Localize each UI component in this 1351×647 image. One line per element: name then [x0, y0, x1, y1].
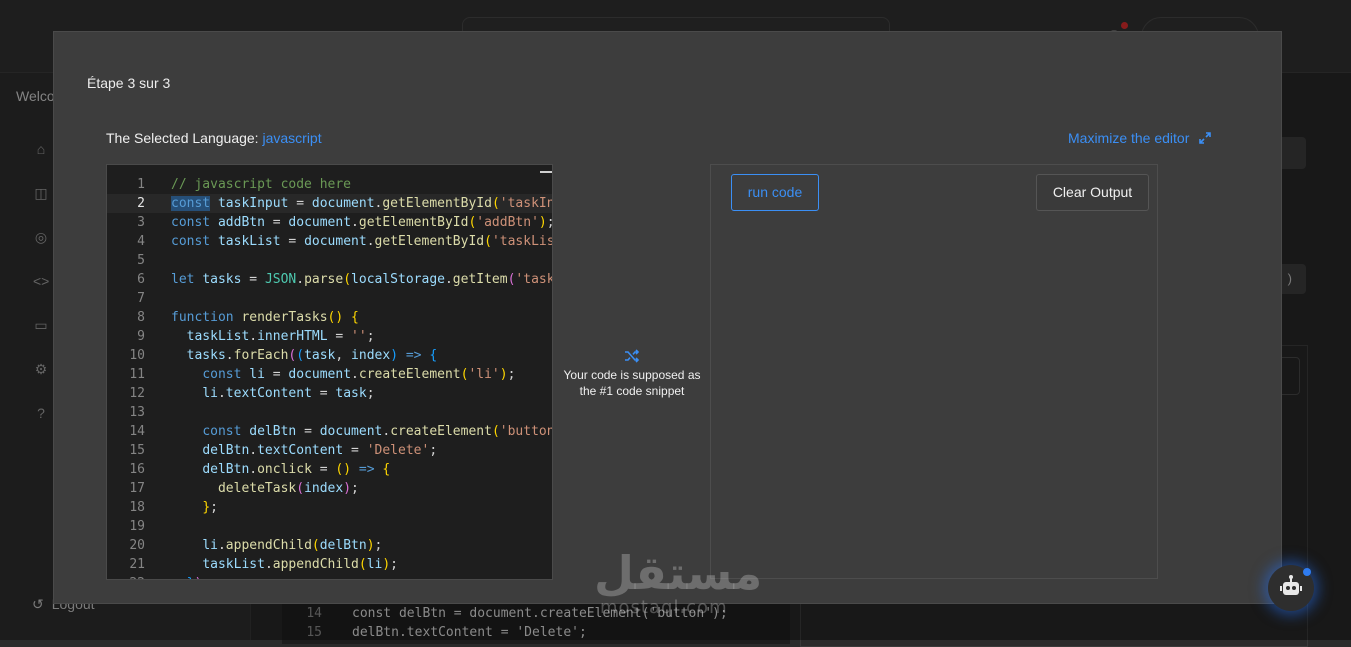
code-line[interactable]: 19: [107, 517, 552, 536]
expand-icon: [1199, 132, 1212, 144]
output-panel: run code Clear Output: [710, 164, 1158, 579]
code-line[interactable]: 2 const taskInput = document.getElementBy…: [107, 194, 552, 213]
code-line[interactable]: 13: [107, 403, 552, 422]
line-number: 17: [129, 481, 145, 496]
code-line[interactable]: 10 tasks.forEach((task, index) => {: [107, 346, 552, 365]
line-number: 2: [137, 196, 145, 211]
code-line[interactable]: 5: [107, 251, 552, 270]
code-line[interactable]: 12 li.textContent = task;: [107, 384, 552, 403]
line-number: 22: [107, 574, 145, 579]
code-text: };: [202, 500, 218, 515]
line-number: 13: [129, 405, 145, 420]
line-number: 11: [129, 367, 145, 382]
maximize-editor-button[interactable]: Maximize the editor: [1068, 130, 1212, 146]
code-text: li.textContent = task;: [202, 386, 375, 401]
line-number: 4: [137, 234, 145, 249]
code-text: let tasks = JSON.parse(localStorage.getI…: [171, 272, 553, 287]
selected-language: The Selected Language: javascript: [106, 130, 322, 146]
line-number: 18: [129, 500, 145, 515]
code-line[interactable]: 7: [107, 289, 552, 308]
code-line[interactable]: 15 delBtn.textContent = 'Delete';: [107, 441, 552, 460]
clear-output-button[interactable]: Clear Output: [1036, 174, 1149, 211]
code-line[interactable]: 21 taskList.appendChild(li);: [107, 555, 552, 574]
code-text: delBtn.textContent = 'Delete';: [202, 443, 438, 458]
code-editor[interactable]: 1 // javascript code here 2 const taskInput…: [106, 164, 553, 580]
code-text: taskList.appendChild(li);: [202, 557, 398, 572]
language-label: The Selected Language:: [106, 130, 263, 146]
code-text: deleteTask(index);: [217, 481, 359, 496]
line-number: 8: [137, 310, 145, 325]
code-text: });: [171, 574, 210, 579]
code-text: const taskInput = document.getElementByI…: [171, 196, 552, 211]
code-line[interactable]: 1 // javascript code here: [107, 175, 552, 194]
code-line[interactable]: 14 const delBtn = document.createElement…: [107, 422, 552, 441]
code-text: function renderTasks() {: [171, 310, 359, 325]
line-number: 21: [129, 557, 145, 572]
code-text: li.appendChild(delBtn);: [202, 538, 383, 553]
line-number: 3: [137, 215, 145, 230]
run-code-button[interactable]: run code: [731, 174, 819, 211]
line-number: 14: [129, 424, 145, 439]
maximize-label: Maximize the editor: [1068, 130, 1190, 146]
code-text: // javascript code here: [171, 177, 352, 192]
code-text: const delBtn = document.createElement('b…: [202, 424, 552, 439]
code-modal: Étape 3 sur 3 The Selected Language: jav…: [53, 31, 1282, 604]
line-number: 5: [137, 253, 145, 268]
line-number: 6: [137, 272, 145, 287]
code-text: const addBtn = document.getElementById('…: [171, 215, 552, 230]
line-number: 19: [129, 519, 145, 534]
code-line[interactable]: 8 function renderTasks() {: [107, 308, 552, 327]
code-text: const taskList = document.getElementById…: [171, 234, 552, 249]
code-text: const li = document.createElement('li');: [202, 367, 516, 382]
code-line[interactable]: 20 li.appendChild(delBtn);: [107, 536, 552, 555]
line-number: 12: [129, 386, 145, 401]
line-number: 15: [129, 443, 145, 458]
line-number: 9: [137, 329, 145, 344]
shuffle-icon: [625, 349, 640, 363]
code-line[interactable]: 22 });: [107, 574, 552, 579]
code-line[interactable]: 9 taskList.innerHTML = '';: [107, 327, 552, 346]
code-line[interactable]: 11 const li = document.createElement('li…: [107, 365, 552, 384]
watermark-logo: مستقل: [594, 546, 763, 600]
line-number: 7: [137, 291, 145, 306]
snippet-note: Your code is supposed as the #1 code sni…: [563, 368, 701, 398]
code-line[interactable]: 17 deleteTask(index);: [107, 479, 552, 498]
line-number: 20: [129, 538, 145, 553]
scrollbar-marker[interactable]: [540, 171, 552, 173]
code-line[interactable]: 3 const addBtn = document.getElementById(…: [107, 213, 552, 232]
code-text: tasks.forEach((task, index) => {: [186, 348, 438, 363]
code-line[interactable]: 18 };: [107, 498, 552, 517]
language-value: javascript: [262, 130, 322, 146]
code-line[interactable]: 6 let tasks = JSON.parse(localStorage.get…: [107, 270, 552, 289]
watermark-url: mostaql.com: [600, 597, 728, 618]
code-text: taskList.innerHTML = '';: [186, 329, 375, 344]
chatbot-status-dot: [1303, 568, 1311, 576]
code-line[interactable]: 16 delBtn.onclick = () => {: [107, 460, 552, 479]
code-line[interactable]: 4 const taskList = document.getElementByI…: [107, 232, 552, 251]
step-indicator: Étape 3 sur 3: [87, 75, 171, 91]
line-number: 10: [129, 348, 145, 363]
line-number: 16: [129, 462, 145, 477]
code-text: delBtn.onclick = () => {: [202, 462, 391, 477]
line-number: 1: [137, 177, 145, 192]
